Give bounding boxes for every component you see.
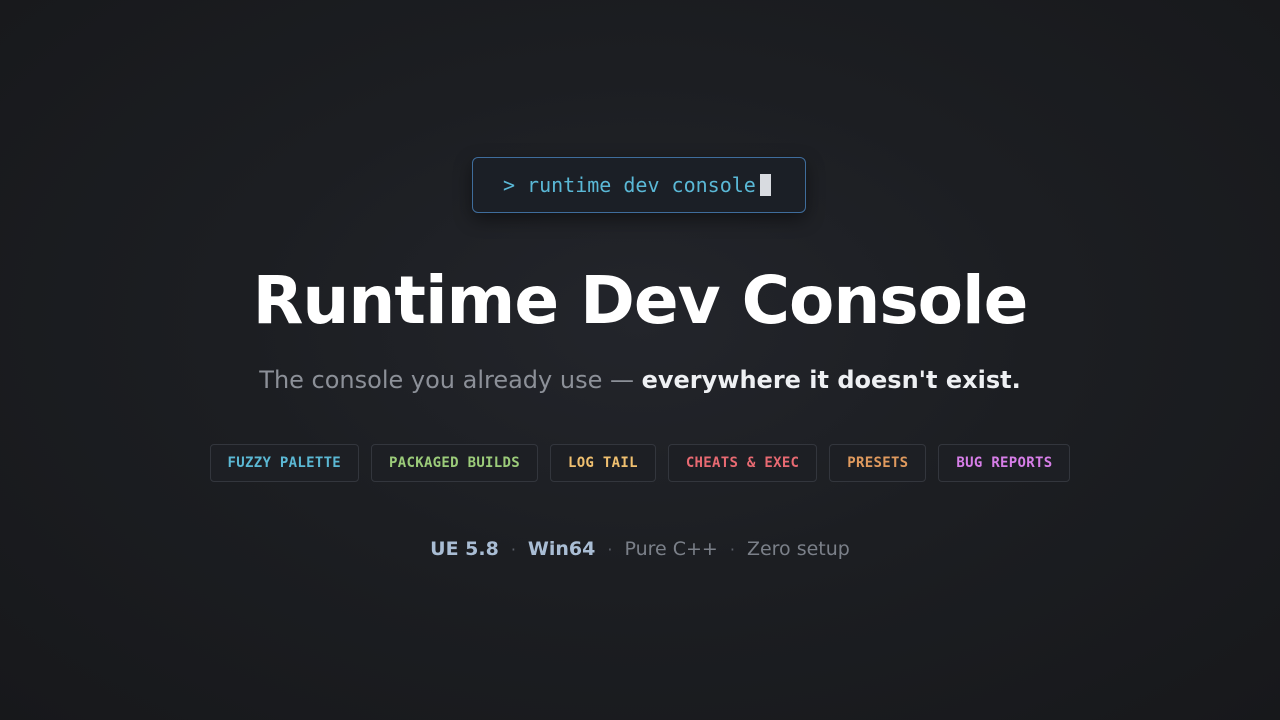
chip-presets: PRESETS	[829, 444, 927, 482]
engine-version: UE 5.8	[430, 538, 499, 560]
chip-label: LOG TAIL	[567, 455, 638, 471]
chip-log-tail: LOG TAIL	[549, 444, 656, 482]
language-info: Pure C++	[624, 538, 718, 560]
chip-label: CHEATS & EXEC	[685, 455, 800, 471]
chip-bug-reports: BUG REPORTS	[938, 444, 1071, 482]
tagline-emphasis: everywhere it doesn't exist.	[641, 366, 1021, 394]
tagline-lead: The console you already use —	[259, 366, 642, 394]
page-title: Runtime Dev Console	[252, 262, 1029, 339]
tagline: The console you already use — everywhere…	[0, 366, 1280, 394]
platform-info: UE 5.8 · Win64 · Pure C++ · Zero setup	[0, 538, 1280, 560]
separator-dot: ·	[510, 540, 516, 559]
chip-label: BUG REPORTS	[956, 455, 1053, 471]
chip-fuzzy-palette: FUZZY PALETTE	[209, 444, 360, 482]
prompt-caret-icon: >	[503, 173, 516, 197]
cursor-block-icon	[759, 174, 771, 196]
terminal-prompt: > runtime dev console	[472, 157, 806, 213]
platform-name: Win64	[527, 538, 596, 560]
chip-label: PACKAGED BUILDS	[389, 455, 520, 471]
chip-label: PRESETS	[847, 455, 909, 471]
setup-info: Zero setup	[746, 538, 850, 560]
prompt-command: runtime dev console	[527, 173, 756, 197]
separator-dot: ·	[607, 540, 613, 559]
feature-chips: FUZZY PALETTE PACKAGED BUILDS LOG TAIL C…	[0, 444, 1280, 482]
chip-label: FUZZY PALETTE	[227, 455, 342, 471]
chip-packaged-builds: PACKAGED BUILDS	[371, 444, 538, 482]
chip-cheats-exec: CHEATS & EXEC	[667, 444, 818, 482]
separator-dot: ·	[729, 540, 735, 559]
